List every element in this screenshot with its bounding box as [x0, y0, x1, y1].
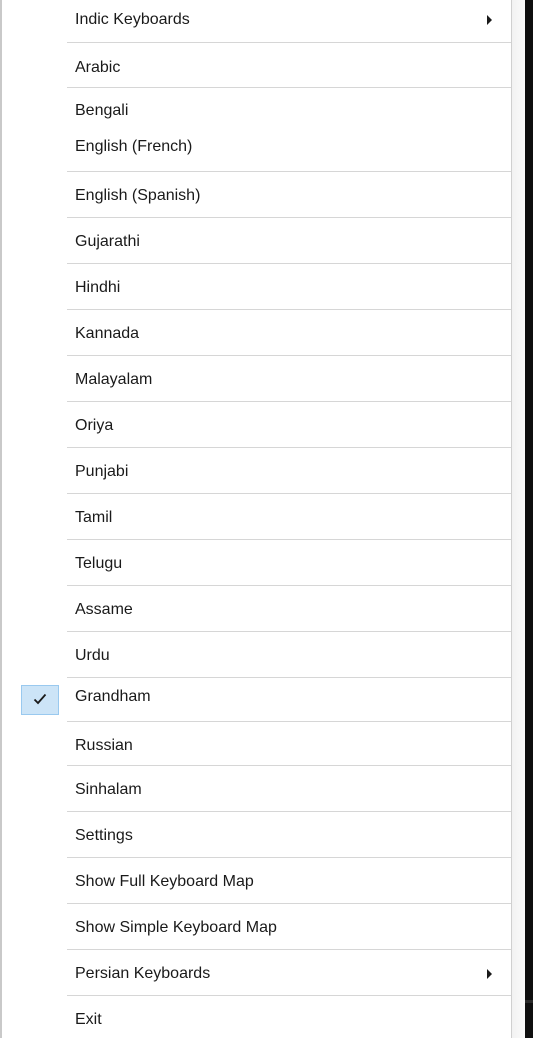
menu-item-label: Punjabi — [75, 463, 129, 480]
menu-item-label: Indic Keyboards — [75, 11, 190, 28]
menu-item-indic-keyboards[interactable]: Indic Keyboards — [0, 0, 511, 42]
menu-separator — [67, 949, 511, 950]
menu-item-label: Urdu — [75, 647, 110, 664]
menu-item-arabic[interactable]: Arabic — [0, 42, 511, 88]
menu-separator — [67, 87, 511, 88]
menu-separator — [67, 677, 511, 678]
menu-item-settings[interactable]: Settings — [0, 812, 511, 858]
menu-separator — [67, 401, 511, 402]
menu-item-punjabi[interactable]: Punjabi — [0, 448, 511, 494]
menu-separator — [67, 309, 511, 310]
context-menu-window: Indic Keyboards Arabic Bengali English (Fre… — [0, 0, 533, 1038]
menu-shadow — [512, 0, 525, 1038]
menu-separator — [67, 171, 511, 172]
menu-item-oriya[interactable]: Oriya — [0, 402, 511, 448]
menu-item-label: Russian — [75, 737, 133, 754]
menu-item-kannada[interactable]: Kannada — [0, 310, 511, 356]
menu-item-telugu[interactable]: Telugu — [0, 540, 511, 586]
chevron-right-icon — [487, 15, 492, 25]
background-window-gap — [525, 1000, 533, 1003]
menu-separator — [67, 721, 511, 722]
menu-item-show-simple-keyboard-map[interactable]: Show Simple Keyboard Map — [0, 904, 511, 950]
background-window-edge — [525, 0, 533, 1038]
menu-item-malayalam[interactable]: Malayalam — [0, 356, 511, 402]
menu-item-label: Tamil — [75, 509, 113, 526]
menu-item-grandham[interactable]: Grandham — [0, 678, 511, 722]
menu-item-label: Oriya — [75, 417, 114, 434]
menu-item-label: Persian Keyboards — [75, 965, 211, 982]
menu-separator — [67, 765, 511, 766]
menu-item-hindhi[interactable]: Hindhi — [0, 264, 511, 310]
menu-separator — [67, 447, 511, 448]
menu-item-label: Settings — [75, 827, 133, 844]
menu-item-urdu[interactable]: Urdu — [0, 632, 511, 678]
menu-item-label: English (Spanish) — [75, 187, 201, 204]
menu-separator — [67, 355, 511, 356]
menu-item-assame[interactable]: Assame — [0, 586, 511, 632]
menu-separator — [67, 493, 511, 494]
menu-item-label: Malayalam — [75, 371, 153, 388]
menu-item-english-french[interactable]: English (French) — [0, 128, 511, 172]
menu-item-sinhalam[interactable]: Sinhalam — [0, 766, 511, 812]
menu-item-russian[interactable]: Russian — [0, 722, 511, 766]
chevron-right-icon — [487, 969, 492, 979]
menu-separator — [67, 903, 511, 904]
checkmark-icon — [21, 685, 59, 715]
menu-item-label: Grandham — [75, 688, 151, 705]
menu-separator — [67, 42, 511, 43]
menu-separator — [67, 263, 511, 264]
menu-item-label: Show Full Keyboard Map — [75, 873, 254, 890]
menu-item-label: Hindhi — [75, 279, 121, 296]
menu-item-english-spanish[interactable]: English (Spanish) — [0, 172, 511, 218]
menu-separator — [67, 217, 511, 218]
menu-separator — [67, 631, 511, 632]
menu-item-tamil[interactable]: Tamil — [0, 494, 511, 540]
menu-separator — [67, 857, 511, 858]
menu-item-label: English (French) — [75, 138, 193, 155]
menu-separator — [67, 811, 511, 812]
menu-item-label: Arabic — [75, 59, 121, 76]
menu-item-bengali[interactable]: Bengali — [0, 88, 511, 128]
menu-item-label: Show Simple Keyboard Map — [75, 919, 277, 936]
keyboard-context-menu: Indic Keyboards Arabic Bengali English (Fre… — [0, 0, 511, 1038]
menu-item-label: Sinhalam — [75, 781, 142, 798]
menu-item-label: Bengali — [75, 102, 129, 119]
menu-item-label: Gujarathi — [75, 233, 140, 250]
menu-item-label: Assame — [75, 601, 133, 618]
menu-separator — [67, 995, 511, 996]
menu-separator — [67, 539, 511, 540]
menu-item-persian-keyboards[interactable]: Persian Keyboards — [0, 950, 511, 996]
menu-item-show-full-keyboard-map[interactable]: Show Full Keyboard Map — [0, 858, 511, 904]
menu-separator — [67, 585, 511, 586]
menu-item-label: Kannada — [75, 325, 140, 342]
menu-item-label: Telugu — [75, 555, 123, 572]
menu-item-exit[interactable]: Exit — [0, 996, 511, 1038]
menu-item-label: Exit — [75, 1011, 102, 1028]
menu-item-gujarathi[interactable]: Gujarathi — [0, 218, 511, 264]
